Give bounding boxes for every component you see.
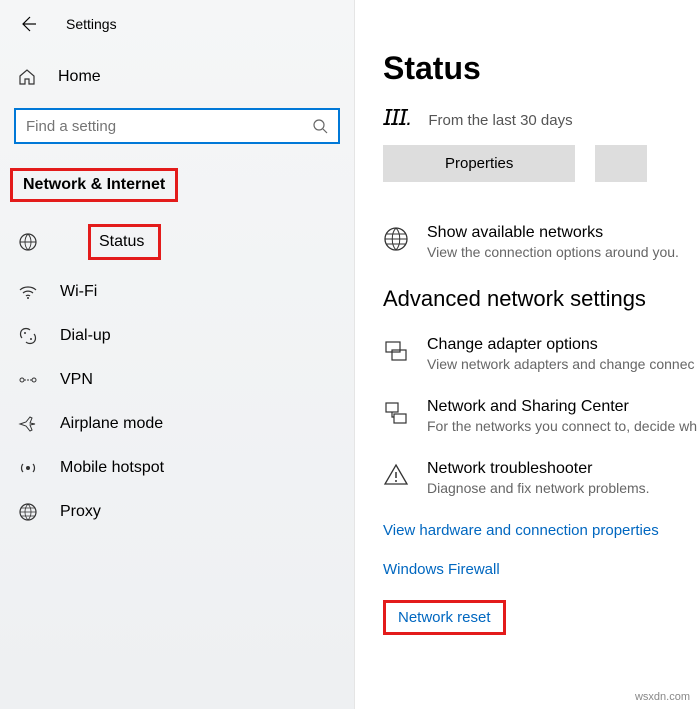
sidebar-item-home[interactable]: Home bbox=[0, 68, 354, 86]
trouble-title: Network troubleshooter bbox=[427, 460, 650, 478]
search-input[interactable] bbox=[14, 108, 340, 144]
search-field[interactable] bbox=[26, 118, 312, 135]
dialup-icon bbox=[18, 326, 38, 346]
sidebar-label-dialup: Dial-up bbox=[60, 327, 111, 345]
adapter-icon bbox=[383, 338, 409, 364]
sidebar-item-status[interactable]: Status bbox=[0, 224, 354, 260]
sidebar-item-airplane[interactable]: Airplane mode bbox=[0, 402, 354, 446]
watermark: wsxdn.com bbox=[635, 691, 690, 703]
network-reset-link[interactable]: Network reset bbox=[398, 609, 491, 626]
sidebar-label-vpn: VPN bbox=[60, 371, 93, 389]
sidebar: Settings Home Network & Internet Status bbox=[0, 0, 355, 709]
subtitle: From the last 30 days bbox=[428, 112, 572, 129]
main-content: Status 𝘐𝘐𝘐. From the last 30 days Proper… bbox=[355, 0, 700, 709]
sharing-center-item[interactable]: Network and Sharing Center For the netwo… bbox=[383, 398, 700, 434]
sidebar-item-vpn[interactable]: VPN bbox=[0, 358, 354, 402]
sidebar-label-airplane: Airplane mode bbox=[60, 415, 163, 433]
hardware-link[interactable]: View hardware and connection properties bbox=[383, 522, 700, 539]
advanced-title: Advanced network settings bbox=[383, 286, 700, 312]
properties-button[interactable]: Properties bbox=[383, 145, 575, 182]
sidebar-label-hotspot: Mobile hotspot bbox=[60, 459, 164, 477]
show-networks-item[interactable]: Show available networks View the connect… bbox=[383, 224, 700, 260]
warning-icon bbox=[383, 462, 409, 488]
sharing-icon bbox=[383, 400, 409, 426]
sidebar-label-wifi: Wi-Fi bbox=[60, 283, 97, 301]
sharing-desc: For the networks you connect to, decide … bbox=[427, 418, 697, 434]
hotspot-icon bbox=[18, 458, 38, 478]
sidebar-item-dialup[interactable]: Dial-up bbox=[0, 314, 354, 358]
status-icon bbox=[18, 232, 38, 252]
adapter-title: Change adapter options bbox=[427, 336, 694, 354]
show-networks-title: Show available networks bbox=[427, 224, 679, 242]
sidebar-item-hotspot[interactable]: Mobile hotspot bbox=[0, 446, 354, 490]
sidebar-item-wifi[interactable]: Wi-Fi bbox=[0, 270, 354, 314]
signal-icon: 𝘐𝘐𝘐. bbox=[383, 105, 410, 131]
adapter-options-item[interactable]: Change adapter options View network adap… bbox=[383, 336, 700, 372]
adapter-desc: View network adapters and change connec bbox=[427, 356, 694, 372]
search-icon bbox=[312, 118, 328, 134]
vpn-icon bbox=[18, 370, 38, 390]
wifi-icon bbox=[18, 282, 38, 302]
trouble-desc: Diagnose and fix network problems. bbox=[427, 480, 650, 496]
firewall-link[interactable]: Windows Firewall bbox=[383, 561, 700, 578]
proxy-icon bbox=[18, 502, 38, 522]
data-usage-button[interactable] bbox=[595, 145, 647, 182]
troubleshooter-item[interactable]: Network troubleshooter Diagnose and fix … bbox=[383, 460, 700, 496]
home-icon bbox=[18, 68, 36, 86]
home-label: Home bbox=[58, 68, 101, 86]
sharing-title: Network and Sharing Center bbox=[427, 398, 697, 416]
section-header-network: Network & Internet bbox=[10, 168, 178, 202]
sidebar-label-proxy: Proxy bbox=[60, 503, 101, 521]
page-title: Status bbox=[383, 50, 700, 87]
show-networks-desc: View the connection options around you. bbox=[427, 244, 679, 260]
globe-icon bbox=[383, 226, 409, 252]
network-reset-highlight: Network reset bbox=[383, 600, 506, 635]
sidebar-label-status: Status bbox=[99, 233, 144, 251]
back-icon[interactable] bbox=[18, 14, 38, 34]
airplane-icon bbox=[18, 414, 38, 434]
app-title: Settings bbox=[66, 16, 117, 32]
sidebar-item-proxy[interactable]: Proxy bbox=[0, 490, 354, 534]
